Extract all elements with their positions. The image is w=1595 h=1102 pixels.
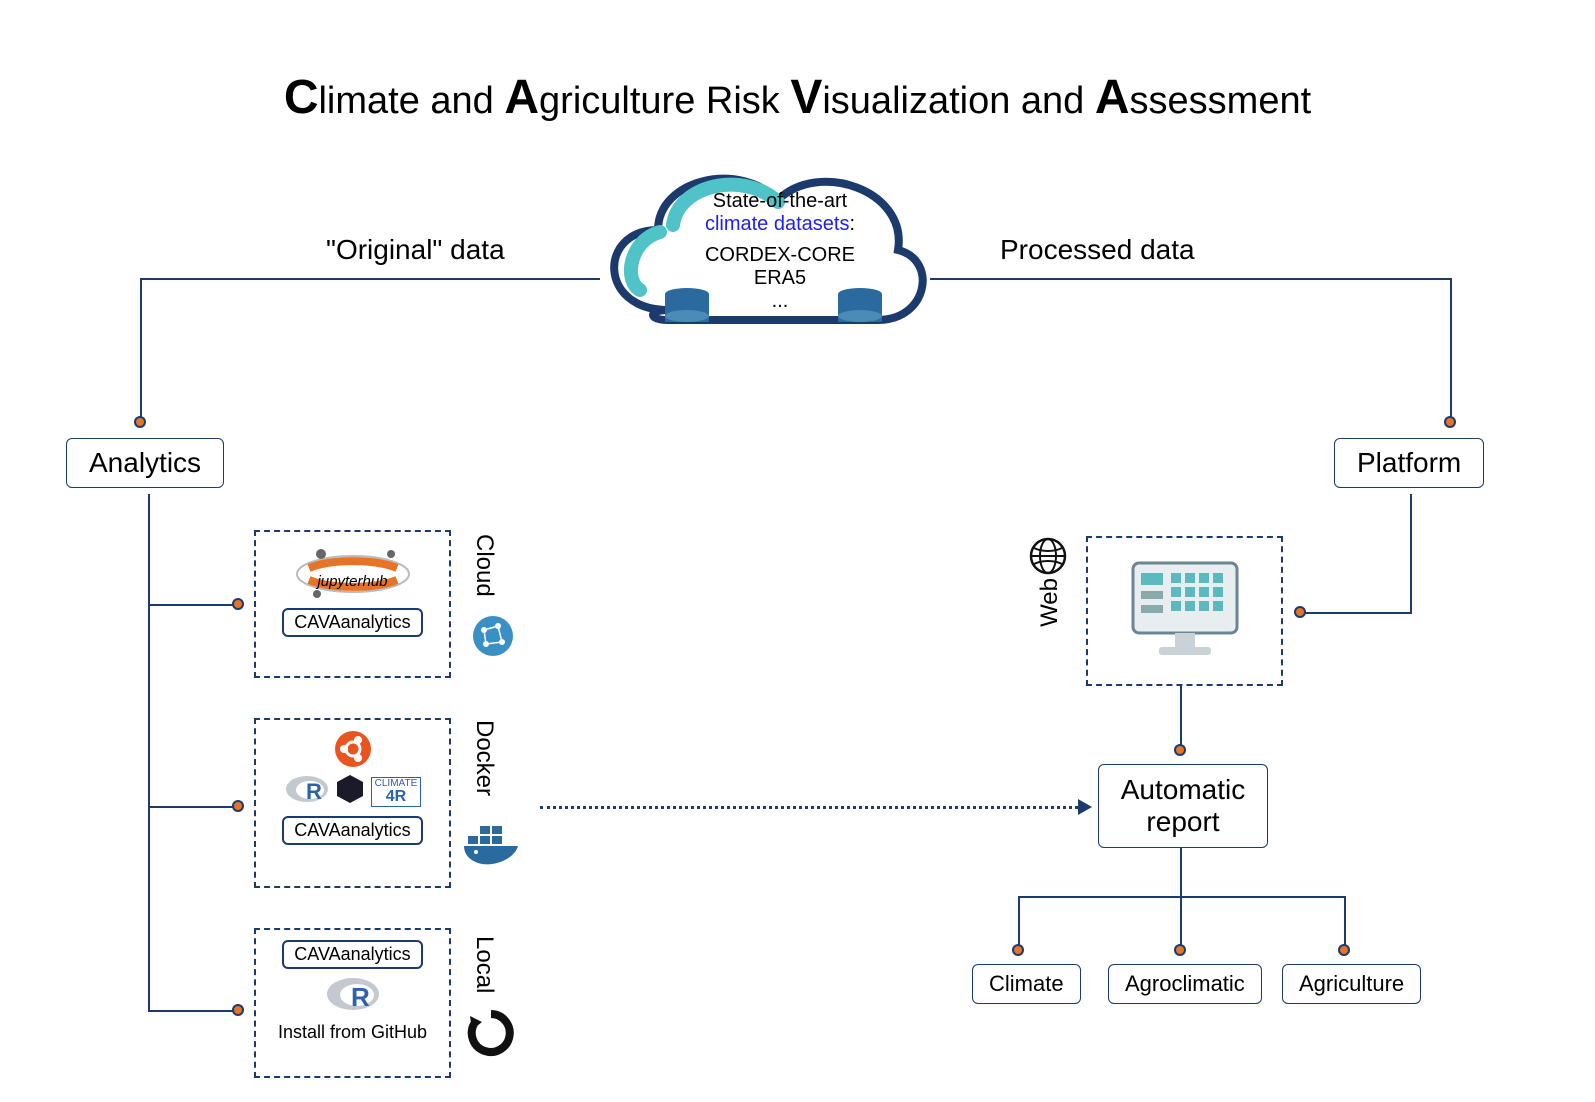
globe-icon [1028,536,1068,581]
recycle-icon [466,1008,516,1063]
database-icon [665,288,709,326]
connector-dot [232,1004,244,1016]
connector-dot [1294,606,1306,618]
connector-dot [1174,744,1186,756]
hexagon-icon [334,773,366,810]
connector-dot [232,800,244,812]
connector-dot [1012,944,1024,956]
agroclimatic-box: Agroclimatic [1108,964,1262,1004]
dotted-arrow [540,806,1078,809]
climate4r-icon: CLIMATE4R [371,777,422,807]
platform-box: Platform [1334,438,1484,488]
original-data-label: "Original" data [326,234,505,266]
local-side-label: Local [470,936,498,993]
climate-datasets-link[interactable]: climate datasets [705,213,850,235]
cloud-network-icon [466,612,520,671]
web-side-label: Web [1036,578,1064,627]
connector-dot [1444,416,1456,428]
connector-dot [1174,944,1186,956]
climate-box: Climate [972,964,1081,1004]
cava-pill: CAVAanalytics [282,608,422,637]
install-label: Install from GitHub [256,1022,449,1043]
docker-whale-icon [462,816,528,877]
analytics-local-card: CAVAanalytics R Install from GitHub [254,928,451,1078]
r-logo-icon: R [256,975,449,1018]
cava-pill: CAVAanalytics [282,940,422,969]
svg-text:R: R [351,982,370,1012]
analytics-docker-card: R CLIMATE4R CAVAanalytics [254,718,451,888]
automatic-report-box: Automatic report [1098,764,1268,848]
page-title: Climate and Agriculture Risk Visualizati… [0,70,1595,125]
ubuntu-icon [334,730,372,773]
analytics-box: Analytics [66,438,224,488]
connector-dot [1338,944,1350,956]
platform-web-card [1086,536,1283,686]
cloud-side-label: Cloud [470,534,498,597]
processed-data-label: Processed data [1000,234,1195,266]
analytics-cloud-card: jupyterhub CAVAanalytics [254,530,451,678]
connector-dot [232,598,244,610]
arrowhead-icon [1078,799,1092,815]
svg-text:R: R [306,779,322,804]
agriculture-box: Agriculture [1282,964,1421,1004]
cava-pill: CAVAanalytics [282,816,422,845]
connector-dot [134,416,146,428]
monitor-dashboard-icon [1125,557,1245,666]
r-logo-icon: R [284,773,330,810]
database-icon [838,288,882,326]
docker-side-label: Docker [470,720,498,796]
